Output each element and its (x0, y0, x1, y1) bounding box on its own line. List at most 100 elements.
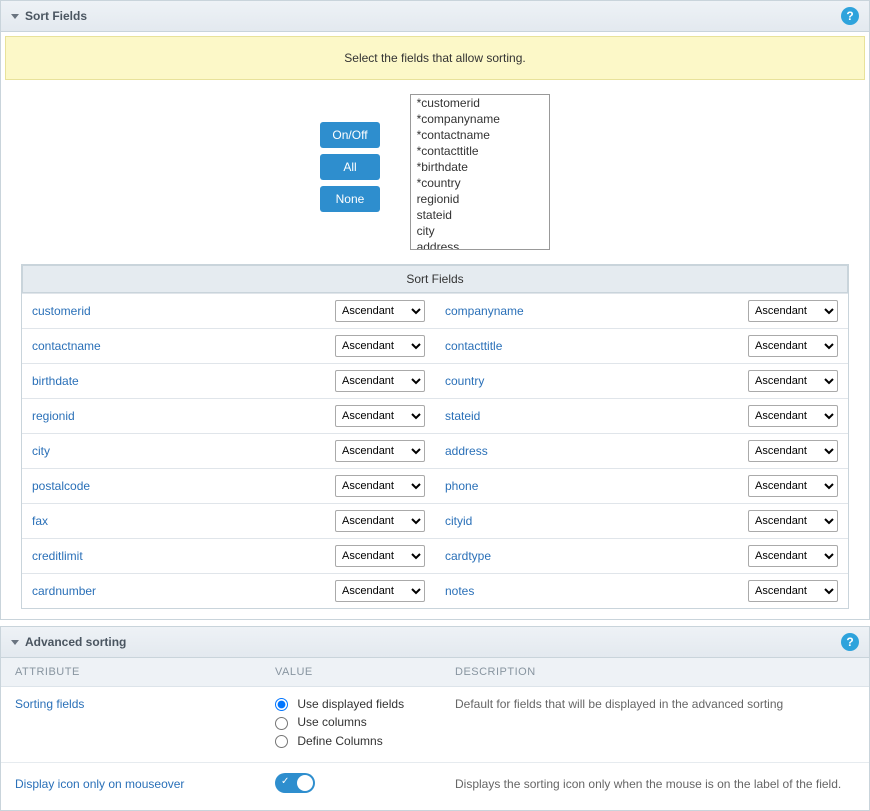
field-list-item[interactable]: regionid (411, 191, 549, 207)
collapse-caret-icon[interactable] (11, 640, 19, 645)
sort-cell: faxAscendant (22, 504, 435, 538)
sort-direction-select[interactable]: Ascendant (748, 475, 838, 497)
sort-direction-select[interactable]: Ascendant (748, 580, 838, 602)
sort-cell: stateidAscendant (435, 399, 848, 433)
sort-direction-select[interactable]: Ascendant (748, 405, 838, 427)
field-list-item[interactable]: *contactname (411, 127, 549, 143)
sort-cell: countryAscendant (435, 364, 848, 398)
field-list-item[interactable]: *contacttitle (411, 143, 549, 159)
sort-direction-select[interactable]: Ascendant (335, 405, 425, 427)
field-name: address (445, 444, 748, 458)
sort-direction-select[interactable]: Ascendant (748, 370, 838, 392)
field-list-item[interactable]: *country (411, 175, 549, 191)
table-row: contactnameAscendantcontacttitleAscendan… (22, 328, 848, 363)
sort-direction-select[interactable]: Ascendant (748, 440, 838, 462)
table-row: customeridAscendantcompanynameAscendant (22, 293, 848, 328)
desc-text: Displays the sorting icon only when the … (455, 777, 855, 791)
all-button[interactable]: All (320, 154, 379, 180)
radio-use-columns[interactable] (275, 717, 288, 730)
field-name: cardtype (445, 549, 748, 563)
mouseover-toggle[interactable]: ✓ (275, 773, 315, 793)
field-name: notes (445, 584, 748, 598)
sort-cell: regionidAscendant (22, 399, 435, 433)
desc-text: Default for fields that will be displaye… (455, 697, 855, 711)
sort-table-title: Sort Fields (22, 265, 848, 293)
sort-direction-select[interactable]: Ascendant (748, 335, 838, 357)
collapse-caret-icon[interactable] (11, 14, 19, 19)
field-list-item[interactable]: *customerid (411, 95, 549, 111)
field-name: contactname (32, 339, 335, 353)
sort-fields-panel-header: Sort Fields ? (1, 1, 869, 32)
field-name: contacttitle (445, 339, 748, 353)
sort-fields-table: Sort Fields customeridAscendantcompanyna… (21, 264, 849, 609)
table-row: regionidAscendantstateidAscendant (22, 398, 848, 433)
onoff-button[interactable]: On/Off (320, 122, 379, 148)
sort-direction-select[interactable]: Ascendant (335, 510, 425, 532)
table-row: birthdateAscendantcountryAscendant (22, 363, 848, 398)
advanced-column-headers: ATTRIBUTE VALUE DESCRIPTION (1, 658, 869, 687)
field-list-item[interactable]: city (411, 223, 549, 239)
sort-cell: notesAscendant (435, 574, 848, 608)
header-value: VALUE (275, 666, 455, 678)
table-row: cityAscendantaddressAscendant (22, 433, 848, 468)
sort-direction-select[interactable]: Ascendant (335, 580, 425, 602)
sort-cell: companynameAscendant (435, 294, 848, 328)
table-row: postalcodeAscendantphoneAscendant (22, 468, 848, 503)
table-row: faxAscendantcityidAscendant (22, 503, 848, 538)
sort-cell: cardnumberAscendant (22, 574, 435, 608)
field-name: customerid (32, 304, 335, 318)
sort-direction-select[interactable]: Ascendant (335, 440, 425, 462)
field-name: birthdate (32, 374, 335, 388)
table-row: creditlimitAscendantcardtypeAscendant (22, 538, 848, 573)
sort-cell: cardtypeAscendant (435, 539, 848, 573)
sort-direction-select[interactable]: Ascendant (748, 510, 838, 532)
field-list-item[interactable]: *birthdate (411, 159, 549, 175)
field-selector-area: On/Off All None *customerid*companyname*… (1, 84, 869, 264)
sort-cell: phoneAscendant (435, 469, 848, 503)
field-list-item[interactable]: address (411, 239, 549, 250)
info-banner: Select the fields that allow sorting. (5, 36, 865, 80)
sort-cell: creditlimitAscendant (22, 539, 435, 573)
field-name: stateid (445, 409, 748, 423)
radio-use-displayed-fields[interactable] (275, 698, 288, 711)
sort-direction-select[interactable]: Ascendant (335, 370, 425, 392)
field-name: phone (445, 479, 748, 493)
option-define-columns[interactable]: Define Columns (275, 734, 455, 748)
table-row: cardnumberAscendantnotesAscendant (22, 573, 848, 608)
header-attribute: ATTRIBUTE (15, 666, 275, 678)
sort-cell: cityAscendant (22, 434, 435, 468)
option-use-displayed-fields[interactable]: Use displayed fields (275, 697, 455, 711)
option-use-columns[interactable]: Use columns (275, 715, 455, 729)
sort-direction-select[interactable]: Ascendant (335, 335, 425, 357)
sort-cell: contacttitleAscendant (435, 329, 848, 363)
sort-direction-select[interactable]: Ascendant (335, 545, 425, 567)
sorting-fields-options: Use displayed fields Use columns Define … (275, 697, 455, 752)
sort-direction-select[interactable]: Ascendant (748, 300, 838, 322)
sort-direction-select[interactable]: Ascendant (335, 300, 425, 322)
field-list-item[interactable]: stateid (411, 207, 549, 223)
sort-cell: birthdateAscendant (22, 364, 435, 398)
check-icon: ✓ (281, 776, 289, 787)
radio-define-columns[interactable] (275, 735, 288, 748)
help-icon[interactable]: ? (841, 633, 859, 651)
field-name: fax (32, 514, 335, 528)
header-description: DESCRIPTION (455, 666, 855, 678)
field-name: cardnumber (32, 584, 335, 598)
sorting-fields-row: Sorting fields Use displayed fields Use … (1, 687, 869, 762)
field-listbox[interactable]: *customerid*companyname*contactname*cont… (410, 94, 550, 250)
advanced-sorting-panel-header: Advanced sorting ? (1, 627, 869, 658)
none-button[interactable]: None (320, 186, 379, 212)
field-name: postalcode (32, 479, 335, 493)
sort-direction-select[interactable]: Ascendant (335, 475, 425, 497)
panel-title: Sort Fields (25, 9, 87, 23)
field-name: creditlimit (32, 549, 335, 563)
field-name: regionid (32, 409, 335, 423)
field-name: city (32, 444, 335, 458)
field-list-item[interactable]: *companyname (411, 111, 549, 127)
sort-direction-select[interactable]: Ascendant (748, 545, 838, 567)
field-name: country (445, 374, 748, 388)
sort-cell: contactnameAscendant (22, 329, 435, 363)
help-icon[interactable]: ? (841, 7, 859, 25)
field-name: cityid (445, 514, 748, 528)
attr-label: Display icon only on mouseover (15, 777, 275, 791)
